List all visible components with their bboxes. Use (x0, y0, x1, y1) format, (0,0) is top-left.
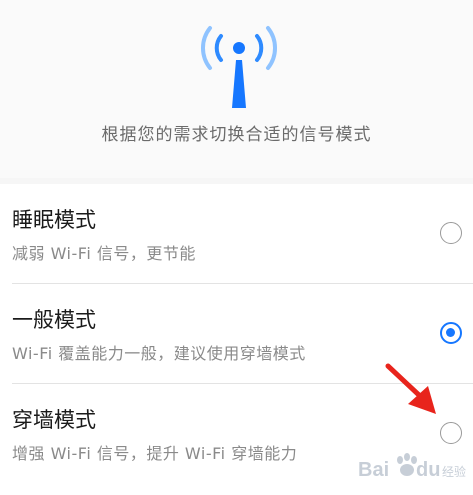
radio-normal[interactable] (440, 322, 462, 344)
signal-mode-screen: 根据您的需求切换合适的信号模式 睡眠模式 减弱 Wi-Fi 信号，更节能 一般模… (0, 0, 473, 495)
mode-subtitle: 减弱 Wi-Fi 信号，更节能 (12, 244, 196, 263)
watermark-text-du: du (416, 459, 440, 481)
radio-sleep[interactable] (440, 222, 462, 244)
header-section: 根据您的需求切换合适的信号模式 (0, 0, 473, 178)
watermark-text-jingyan: 经验 (442, 464, 466, 479)
wifi-signal-tower-icon (200, 26, 278, 108)
header-description: 根据您的需求切换合适的信号模式 (101, 125, 372, 145)
mode-option-sleep[interactable]: 睡眠模式 减弱 Wi-Fi 信号，更节能 (0, 184, 473, 284)
mode-title: 穿墙模式 (12, 408, 96, 432)
mode-subtitle: Wi-Fi 覆盖能力一般，建议使用穿墙模式 (12, 344, 306, 363)
mode-subtitle: 增强 Wi-Fi 信号，提升 Wi-Fi 穿墙能力 (12, 444, 298, 463)
baidu-paw-icon (397, 453, 417, 476)
mode-title: 睡眠模式 (12, 208, 96, 232)
radio-wall-penetration[interactable] (440, 422, 462, 444)
mode-title: 一般模式 (12, 308, 96, 332)
baidu-watermark: Bai du 经验 (358, 453, 466, 481)
red-arrow-icon (385, 363, 436, 414)
watermark-text-bai: Bai (358, 459, 389, 481)
